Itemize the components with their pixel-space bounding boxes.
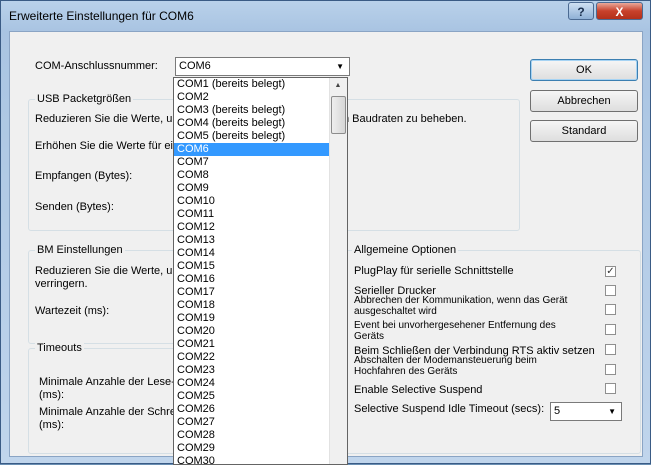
surprise-removal-checkbox[interactable] bbox=[605, 324, 616, 335]
rts-on-close-checkbox[interactable] bbox=[605, 344, 616, 355]
disable-modem-checkbox[interactable] bbox=[605, 364, 616, 375]
dropdown-option[interactable]: COM26 bbox=[174, 403, 331, 416]
window-title: Erweiterte Einstellungen für COM6 bbox=[9, 9, 194, 23]
dropdown-option[interactable]: COM18 bbox=[174, 299, 331, 312]
scroll-up-arrow-icon[interactable]: ▲ bbox=[330, 78, 346, 94]
usb-desc-2: Erhöhen Sie die Werte für ein bbox=[35, 140, 180, 152]
chevron-down-icon[interactable]: ▼ bbox=[608, 403, 616, 420]
close-button[interactable]: X bbox=[596, 2, 643, 20]
general-options-group: Allgemeine Optionen PlugPlay für seriell… bbox=[345, 244, 641, 454]
dropdown-option[interactable]: COM1 (bereits belegt) bbox=[174, 78, 331, 91]
min-write-label-1: Minimale Anzahle der Schreib bbox=[39, 406, 185, 418]
min-write-label-2: (ms): bbox=[39, 419, 65, 431]
option-label-disable-modem: Abschalten der Modemansteuerung beim Hoc… bbox=[354, 355, 537, 377]
dropdown-option[interactable]: COM4 (bereits belegt) bbox=[174, 117, 331, 130]
timeouts-group-title: Timeouts bbox=[35, 342, 84, 354]
dialog-window: Erweiterte Einstellungen für COM6 ? X CO… bbox=[0, 0, 651, 465]
cancel-button[interactable]: Abbrechen bbox=[530, 90, 638, 112]
option-label-cancel-if-off: Abbrechen der Kommunikation, wenn das Ge… bbox=[354, 295, 568, 317]
dropdown-option[interactable]: COM29 bbox=[174, 442, 331, 455]
ok-button[interactable]: OK bbox=[530, 59, 638, 81]
dropdown-option[interactable]: COM24 bbox=[174, 377, 331, 390]
dropdown-option[interactable]: COM27 bbox=[174, 416, 331, 429]
usb-desc-1-tail: n Baudraten zu beheben. bbox=[343, 113, 467, 125]
dropdown-scrollbar[interactable]: ▲ bbox=[329, 78, 347, 464]
bm-desc-1: Reduzieren Sie die Werte, un bbox=[35, 265, 179, 277]
dropdown-option[interactable]: COM23 bbox=[174, 364, 331, 377]
bm-group-title: BM Einstellungen bbox=[35, 244, 125, 256]
bm-desc-2: verringern. bbox=[35, 278, 88, 290]
chevron-down-icon[interactable]: ▼ bbox=[336, 58, 344, 75]
dropdown-option[interactable]: COM21 bbox=[174, 338, 331, 351]
idle-timeout-combo[interactable]: 5 ▼ bbox=[550, 402, 622, 421]
usb-group-title: USB Packetgrößen bbox=[35, 93, 134, 105]
dropdown-option[interactable]: COM16 bbox=[174, 273, 331, 286]
option-label-plugplay: PlugPlay für serielle Schnittstelle bbox=[354, 265, 514, 277]
dropdown-option[interactable]: COM14 bbox=[174, 247, 331, 260]
receive-label: Empfangen (Bytes): bbox=[35, 170, 133, 182]
dropdown-option[interactable]: COM2 bbox=[174, 91, 331, 104]
dropdown-option[interactable]: COM25 bbox=[174, 390, 331, 403]
dropdown-option[interactable]: COM5 (bereits belegt) bbox=[174, 130, 331, 143]
standard-button[interactable]: Standard bbox=[530, 120, 638, 142]
dropdown-option[interactable]: COM10 bbox=[174, 195, 331, 208]
dropdown-option[interactable]: COM8 bbox=[174, 169, 331, 182]
option-label-surprise-removal: Event bei unvorhergesehener Entfernung d… bbox=[354, 320, 556, 342]
dropdown-option[interactable]: COM6 bbox=[174, 143, 331, 156]
min-read-label-2: (ms): bbox=[39, 389, 65, 401]
usb-desc-1: Reduzieren Sie die Werte, un bbox=[35, 113, 179, 125]
min-read-label-1: Minimale Anzahle der Lese-Ti bbox=[39, 376, 184, 388]
dropdown-option[interactable]: COM7 bbox=[174, 156, 331, 169]
com-port-combo[interactable]: COM6 ▼ bbox=[175, 57, 350, 76]
title-bar[interactable]: Erweiterte Einstellungen für COM6 ? X bbox=[1, 1, 651, 31]
plugplay-checkbox[interactable]: ✓ bbox=[605, 266, 616, 277]
help-button[interactable]: ? bbox=[568, 2, 594, 20]
dropdown-option[interactable]: COM12 bbox=[174, 221, 331, 234]
dropdown-option[interactable]: COM22 bbox=[174, 351, 331, 364]
cancel-if-off-checkbox[interactable] bbox=[605, 304, 616, 315]
scrollbar-thumb[interactable] bbox=[331, 96, 346, 134]
dropdown-option[interactable]: COM19 bbox=[174, 312, 331, 325]
send-label: Senden (Bytes): bbox=[35, 201, 114, 213]
dropdown-option[interactable]: COM20 bbox=[174, 325, 331, 338]
dropdown-option[interactable]: COM15 bbox=[174, 260, 331, 273]
com-port-dropdown-list[interactable]: COM1 (bereits belegt) COM2 COM3 (bereits b… bbox=[173, 77, 348, 465]
dropdown-option[interactable]: COM28 bbox=[174, 429, 331, 442]
idle-timeout-value: 5 bbox=[554, 405, 561, 417]
latency-label: Wartezeit (ms): bbox=[35, 305, 110, 317]
idle-timeout-label: Selective Suspend Idle Timeout (secs): bbox=[354, 403, 545, 415]
general-group-title: Allgemeine Optionen bbox=[352, 244, 459, 256]
dropdown-option[interactable]: COM9 bbox=[174, 182, 331, 195]
option-label-selective-suspend: Enable Selective Suspend bbox=[354, 384, 483, 396]
com-port-value: COM6 bbox=[179, 60, 211, 72]
dropdown-option[interactable]: COM13 bbox=[174, 234, 331, 247]
com-port-label: COM-Anschlussnummer: bbox=[35, 60, 158, 72]
serial-printer-checkbox[interactable] bbox=[605, 285, 616, 296]
dropdown-option[interactable]: COM17 bbox=[174, 286, 331, 299]
dropdown-option[interactable]: COM11 bbox=[174, 208, 331, 221]
dropdown-option[interactable]: COM3 (bereits belegt) bbox=[174, 104, 331, 117]
selective-suspend-checkbox[interactable] bbox=[605, 383, 616, 394]
